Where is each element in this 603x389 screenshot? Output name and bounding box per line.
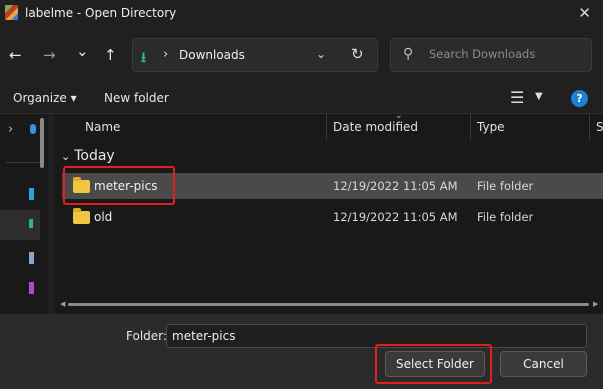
navpane-divider [6,162,40,163]
scroll-left-arrow-icon[interactable]: ◀ [60,300,65,308]
group-label: Today [74,148,115,164]
group-header-today[interactable]: ⌄ Today [61,148,115,164]
file-list: Name ⌄ Date modified Type S ⌄ Today meter… [54,111,603,314]
desktop-icon[interactable] [29,188,34,200]
up-arrow-icon[interactable]: ↑ [104,46,117,64]
new-folder-button[interactable]: New folder [104,91,169,105]
view-dropdown-icon[interactable]: ▼ [535,91,543,102]
column-header-name[interactable]: Name [85,120,120,134]
navpane-scrollbar[interactable] [40,118,44,168]
item-type: File folder [477,179,534,193]
pictures-icon[interactable] [29,282,34,294]
navpane-selected-item[interactable] [0,210,40,240]
breadcrumb-separator: › [163,47,169,62]
item-date-modified: 12/19/2022 11:05 AM [333,210,458,224]
cancel-button[interactable]: Cancel [500,351,587,377]
search-icon: ⚲ [403,46,414,62]
title-bar: labelme - Open Directory ✕ [0,0,603,28]
column-divider[interactable] [326,114,327,140]
back-arrow-icon[interactable]: ← [9,46,22,64]
highlight-box-meter-pics [63,166,175,205]
refresh-icon[interactable]: ↻ [351,45,364,63]
address-history-chevron-icon[interactable]: ⌄ [316,47,326,61]
navigation-pane: › [0,114,48,314]
group-collapse-icon[interactable]: ⌄ [61,150,70,163]
horizontal-scrollbar[interactable] [68,303,589,306]
documents-icon[interactable] [29,252,34,264]
folder-icon [73,208,90,224]
close-icon[interactable]: ✕ [578,4,591,22]
search-input[interactable] [429,47,579,61]
expand-chevron-icon[interactable]: › [8,122,13,137]
breadcrumb-downloads[interactable]: Downloads [179,48,245,62]
onedrive-icon[interactable] [30,124,36,134]
list-item[interactable]: old 12/19/2022 11:05 AM File folder [62,204,603,230]
item-name: old [94,210,113,224]
download-icon: ⭳ [141,50,146,66]
window-title: labelme - Open Directory [25,6,177,20]
item-type: File folder [477,210,534,224]
column-header-row: Name ⌄ Date modified Type S [54,111,603,140]
column-header-size[interactable]: S [596,120,603,134]
forward-arrow-icon[interactable]: → [43,46,56,64]
help-icon[interactable]: ? [571,90,588,107]
column-divider[interactable] [470,114,471,140]
downloads-nav-icon [29,219,33,228]
command-toolbar: Organize ▾ New folder ☰ ▼ ? [0,82,603,114]
scroll-right-arrow-icon[interactable]: ▶ [593,300,598,308]
address-bar[interactable]: ⭳ › Downloads ⌄ ↻ [132,38,378,72]
recent-locations-chevron-icon[interactable]: ⌄ [76,42,89,60]
labelme-app-icon [5,5,18,20]
organize-menu-button[interactable]: Organize ▾ [13,91,77,105]
column-header-date-modified[interactable]: Date modified [333,120,418,134]
view-options-icon[interactable]: ☰ [510,88,524,107]
search-box[interactable]: ⚲ [390,38,592,72]
highlight-box-select-folder [375,344,492,384]
dialog-footer: Folder: Select Folder Cancel [0,314,603,389]
column-header-type[interactable]: Type [477,120,505,134]
navigation-bar: ← → ⌄ ↑ ⭳ › Downloads ⌄ ↻ ⚲ [0,28,603,82]
column-divider[interactable] [589,114,590,140]
folder-field-label: Folder: [126,329,167,343]
item-date-modified: 12/19/2022 11:05 AM [333,179,458,193]
